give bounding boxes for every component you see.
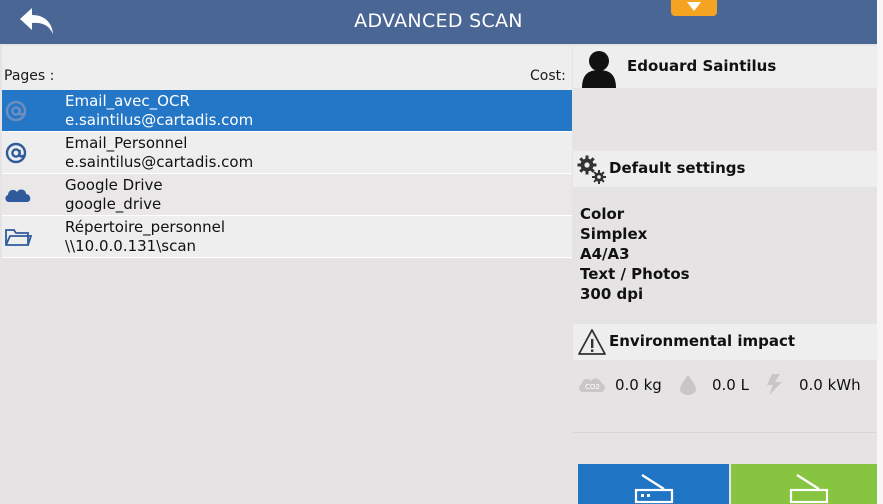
settings-list: Color Simplex A4/A3 Text / Photos 300 dp… — [580, 204, 690, 304]
default-settings-title: Default settings — [609, 159, 746, 177]
cost-label: Cost: — [530, 68, 566, 84]
pages-bar: Pages : Cost: — [2, 46, 572, 90]
info-panel: Edouard Saintilus Default settings Color… — [573, 46, 877, 504]
folder-icon — [5, 229, 32, 246]
scan-start-button[interactable] — [731, 464, 877, 504]
destination-name: Google Drive — [65, 176, 163, 194]
window-edge — [877, 0, 883, 504]
destination-row-email-personnel[interactable]: Email_Personnel e.saintilus@cartadis.com — [2, 132, 572, 174]
header-bar: ADVANCED SCAN — [0, 0, 877, 44]
gears-icon — [577, 155, 606, 184]
environmental-impact-title: Environmental impact — [609, 332, 796, 350]
co2-value: 0.0 kg — [615, 376, 662, 394]
destination-row-email-ocr[interactable]: Email_avec_OCR e.saintilus@cartadis.com — [2, 90, 572, 132]
setting-color: Color — [580, 205, 625, 223]
scan-color-button[interactable] — [578, 464, 729, 504]
cloud-icon — [5, 189, 31, 202]
setting-resolution: 300 dpi — [580, 285, 644, 303]
user-avatar-icon — [582, 51, 616, 88]
co2-cloud-icon: CO2 — [579, 378, 605, 392]
destination-detail: \\10.0.0.131\scan — [65, 237, 197, 255]
energy-value: 0.0 kWh — [799, 376, 861, 394]
water-impact: 0.0 L — [677, 372, 757, 396]
destination-detail: google_drive — [65, 195, 162, 213]
svg-text:CO2: CO2 — [585, 383, 600, 391]
destination-row-repertoire[interactable]: Répertoire_personnel \\10.0.0.131\scan — [2, 216, 572, 258]
page-title: ADVANCED SCAN — [354, 10, 523, 32]
scanner-icon — [789, 473, 829, 504]
destination-name: Email_avec_OCR — [65, 92, 190, 110]
water-value: 0.0 L — [712, 376, 749, 394]
destination-detail: e.saintilus@cartadis.com — [65, 153, 254, 171]
environmental-impact-header: Environmental impact — [573, 324, 877, 360]
at-icon — [5, 142, 27, 164]
setting-sides: Simplex — [580, 225, 648, 243]
scanner-icon — [634, 473, 674, 504]
water-drop-icon — [680, 375, 696, 395]
default-settings-header: Default settings — [573, 151, 877, 187]
user-bar: Edouard Saintilus — [573, 46, 877, 88]
lightning-icon — [767, 374, 782, 395]
dropdown-toggle-button[interactable] — [671, 0, 717, 16]
setting-mode: Text / Photos — [580, 265, 690, 283]
destination-row-google-drive[interactable]: Google Drive google_drive — [2, 174, 572, 216]
at-icon — [5, 100, 27, 122]
setting-paper-size: A4/A3 — [580, 245, 630, 263]
destination-name: Répertoire_personnel — [65, 218, 226, 236]
user-name: Edouard Saintilus — [627, 57, 777, 75]
energy-impact: 0.0 kWh — [763, 372, 873, 396]
destination-list: Email_avec_OCR e.saintilus@cartadis.com … — [2, 90, 572, 258]
pages-label: Pages : — [4, 68, 55, 84]
co2-impact: CO2 0.0 kg — [577, 372, 677, 396]
destination-detail: e.saintilus@cartadis.com — [65, 111, 254, 129]
destination-name: Email_Personnel — [65, 134, 188, 152]
environmental-impact-values: CO2 0.0 kg 0.0 L 0.0 kWh — [573, 368, 877, 398]
panel-divider — [573, 432, 877, 433]
chevron-down-icon — [687, 2, 701, 11]
recycle-warning-icon — [578, 329, 606, 355]
destinations-panel: Pages : Cost: Email_avec_OCR e.saintilus… — [2, 46, 572, 504]
